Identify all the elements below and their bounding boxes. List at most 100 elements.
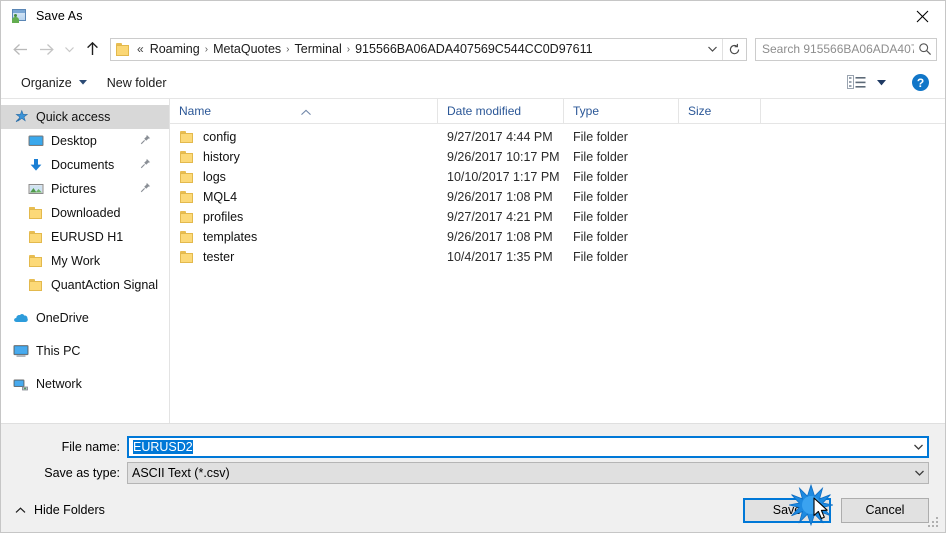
- file-name-selected-text: EURUSD2: [133, 440, 193, 454]
- table-row[interactable]: history 9/26/2017 10:17 PM File folder: [170, 147, 945, 167]
- file-name-label: history: [203, 150, 240, 164]
- resize-grip[interactable]: [928, 517, 940, 529]
- table-row[interactable]: templates 9/26/2017 1:08 PM File folder: [170, 227, 945, 247]
- cancel-button[interactable]: Cancel: [841, 497, 929, 523]
- refresh-button[interactable]: [723, 39, 746, 60]
- file-date-cell: 9/27/2017 4:21 PM: [447, 210, 553, 224]
- sidebar-item-documents[interactable]: Documents: [1, 153, 169, 177]
- file-name-label: profiles: [203, 210, 244, 224]
- table-row[interactable]: tester 10/4/2017 1:35 PM File folder: [170, 247, 945, 267]
- file-name-cell: MQL4: [170, 189, 438, 205]
- save-as-type-dropdown-button[interactable]: [910, 463, 928, 483]
- sidebar-item-this-pc[interactable]: This PC: [1, 339, 169, 363]
- chevron-up-icon: [15, 506, 26, 514]
- save-as-dialog: Save As « Roaming › MetaQuotes › Termina…: [0, 0, 946, 533]
- forward-button[interactable]: [33, 36, 59, 62]
- save-button[interactable]: Save: [743, 497, 831, 523]
- window-title: Save As: [36, 9, 83, 23]
- column-header-type[interactable]: Type: [564, 99, 679, 123]
- close-icon: [916, 10, 928, 22]
- sidebar-item-quick-access[interactable]: Quick access: [1, 105, 169, 129]
- organize-button[interactable]: Organize: [15, 72, 93, 94]
- folder-icon: [179, 249, 195, 265]
- breadcrumb-item-instance[interactable]: 915566BA06ADA407569C544CC0D97611: [351, 40, 596, 58]
- onedrive-cloud-icon: [13, 310, 29, 326]
- help-button[interactable]: ?: [912, 74, 929, 91]
- folder-icon: [28, 229, 44, 245]
- file-date-cell: 9/26/2017 1:08 PM: [447, 190, 553, 204]
- save-as-type-select[interactable]: ASCII Text (*.csv): [127, 462, 929, 484]
- network-icon: [13, 376, 29, 392]
- column-header-date-modified[interactable]: Date modified: [438, 99, 564, 123]
- sidebar-item-label: Quick access: [36, 110, 111, 124]
- close-button[interactable]: [899, 1, 945, 31]
- column-header-name[interactable]: Name: [170, 99, 438, 123]
- search-input[interactable]: Search 915566BA06ADA40756...: [756, 42, 914, 56]
- sidebar-item-quantaction-signal[interactable]: QuantAction Signal: [1, 273, 169, 297]
- sidebar-item-pictures[interactable]: Pictures: [1, 177, 169, 201]
- file-name-cell: templates: [170, 229, 438, 245]
- file-list-pane: Name Date modified Type Size config 9/27…: [170, 99, 945, 423]
- table-row[interactable]: MQL4 9/26/2017 1:08 PM File folder: [170, 187, 945, 207]
- address-bar[interactable]: « Roaming › MetaQuotes › Terminal › 9155…: [110, 37, 747, 61]
- sidebar-item-my-work[interactable]: My Work: [1, 249, 169, 273]
- search-box[interactable]: Search 915566BA06ADA40756...: [755, 37, 937, 61]
- change-view-button[interactable]: [843, 72, 890, 93]
- hide-folders-label: Hide Folders: [34, 503, 105, 517]
- sidebar-item-desktop[interactable]: Desktop: [1, 129, 169, 153]
- up-arrow-icon: [86, 41, 98, 55]
- file-name-label: tester: [203, 250, 235, 264]
- address-dropdown-button[interactable]: [702, 39, 722, 60]
- file-date-cell: 9/26/2017 1:08 PM: [447, 230, 553, 244]
- table-row[interactable]: profiles 9/27/2017 4:21 PM File folder: [170, 207, 945, 227]
- sidebar-item-onedrive[interactable]: OneDrive: [1, 306, 169, 330]
- sidebar-item-label: OneDrive: [36, 311, 89, 325]
- sidebar-item-eurusd-h1[interactable]: EURUSD H1: [1, 225, 169, 249]
- breadcrumb-item-roaming[interactable]: Roaming: [146, 40, 204, 58]
- breadcrumb-item-terminal[interactable]: Terminal: [291, 40, 346, 58]
- file-name-value[interactable]: EURUSD2: [129, 440, 909, 454]
- recent-locations-button[interactable]: [59, 36, 79, 62]
- dialog-footer: Hide Folders Save Cancel: [1, 488, 945, 532]
- desktop-icon: [28, 133, 44, 149]
- save-as-type-label: Save as type:: [44, 466, 120, 480]
- new-folder-button[interactable]: New folder: [101, 72, 173, 94]
- sidebar-item-network[interactable]: Network: [1, 372, 169, 396]
- chevron-down-icon: [913, 444, 923, 450]
- file-type-cell: File folder: [573, 190, 628, 204]
- file-date-cell: 10/4/2017 1:35 PM: [447, 250, 553, 264]
- file-date-cell: 10/10/2017 1:17 PM: [447, 170, 560, 184]
- breadcrumb-overflow[interactable]: «: [135, 42, 146, 56]
- back-button[interactable]: [7, 36, 33, 62]
- table-row[interactable]: config 9/27/2017 4:44 PM File folder: [170, 127, 945, 147]
- file-type-cell: File folder: [573, 210, 628, 224]
- hide-folders-button[interactable]: Hide Folders: [15, 503, 105, 517]
- file-name-row: File name: EURUSD2: [1, 436, 945, 458]
- pin-icon[interactable]: [140, 182, 151, 196]
- pin-icon[interactable]: [140, 134, 151, 148]
- chevron-down-icon: [914, 470, 924, 476]
- up-button[interactable]: [79, 36, 105, 62]
- pin-icon[interactable]: [140, 158, 151, 172]
- sidebar-item-label: Network: [36, 377, 82, 391]
- breadcrumb-item-metaquotes[interactable]: MetaQuotes: [209, 40, 285, 58]
- file-name-label: logs: [203, 170, 226, 184]
- folder-icon: [179, 129, 195, 145]
- file-name-label: config: [203, 130, 237, 144]
- folder-icon: [179, 209, 195, 225]
- file-name-dropdown-button[interactable]: [909, 438, 927, 456]
- chevron-down-icon: [78, 80, 87, 85]
- table-row[interactable]: logs 10/10/2017 1:17 PM File folder: [170, 167, 945, 187]
- file-date-cell: 9/26/2017 10:17 PM: [447, 150, 560, 164]
- folder-icon: [116, 42, 131, 56]
- column-header-size[interactable]: Size: [679, 99, 761, 123]
- save-as-type-value: ASCII Text (*.csv): [132, 466, 230, 480]
- file-name-input[interactable]: EURUSD2: [127, 436, 929, 458]
- sidebar-item-downloaded[interactable]: Downloaded: [1, 201, 169, 225]
- new-folder-label: New folder: [106, 75, 167, 90]
- sidebar-item-label: EURUSD H1: [51, 230, 124, 244]
- file-name-cell: tester: [170, 249, 438, 265]
- documents-download-icon: [28, 157, 44, 173]
- help-label: ?: [916, 75, 925, 90]
